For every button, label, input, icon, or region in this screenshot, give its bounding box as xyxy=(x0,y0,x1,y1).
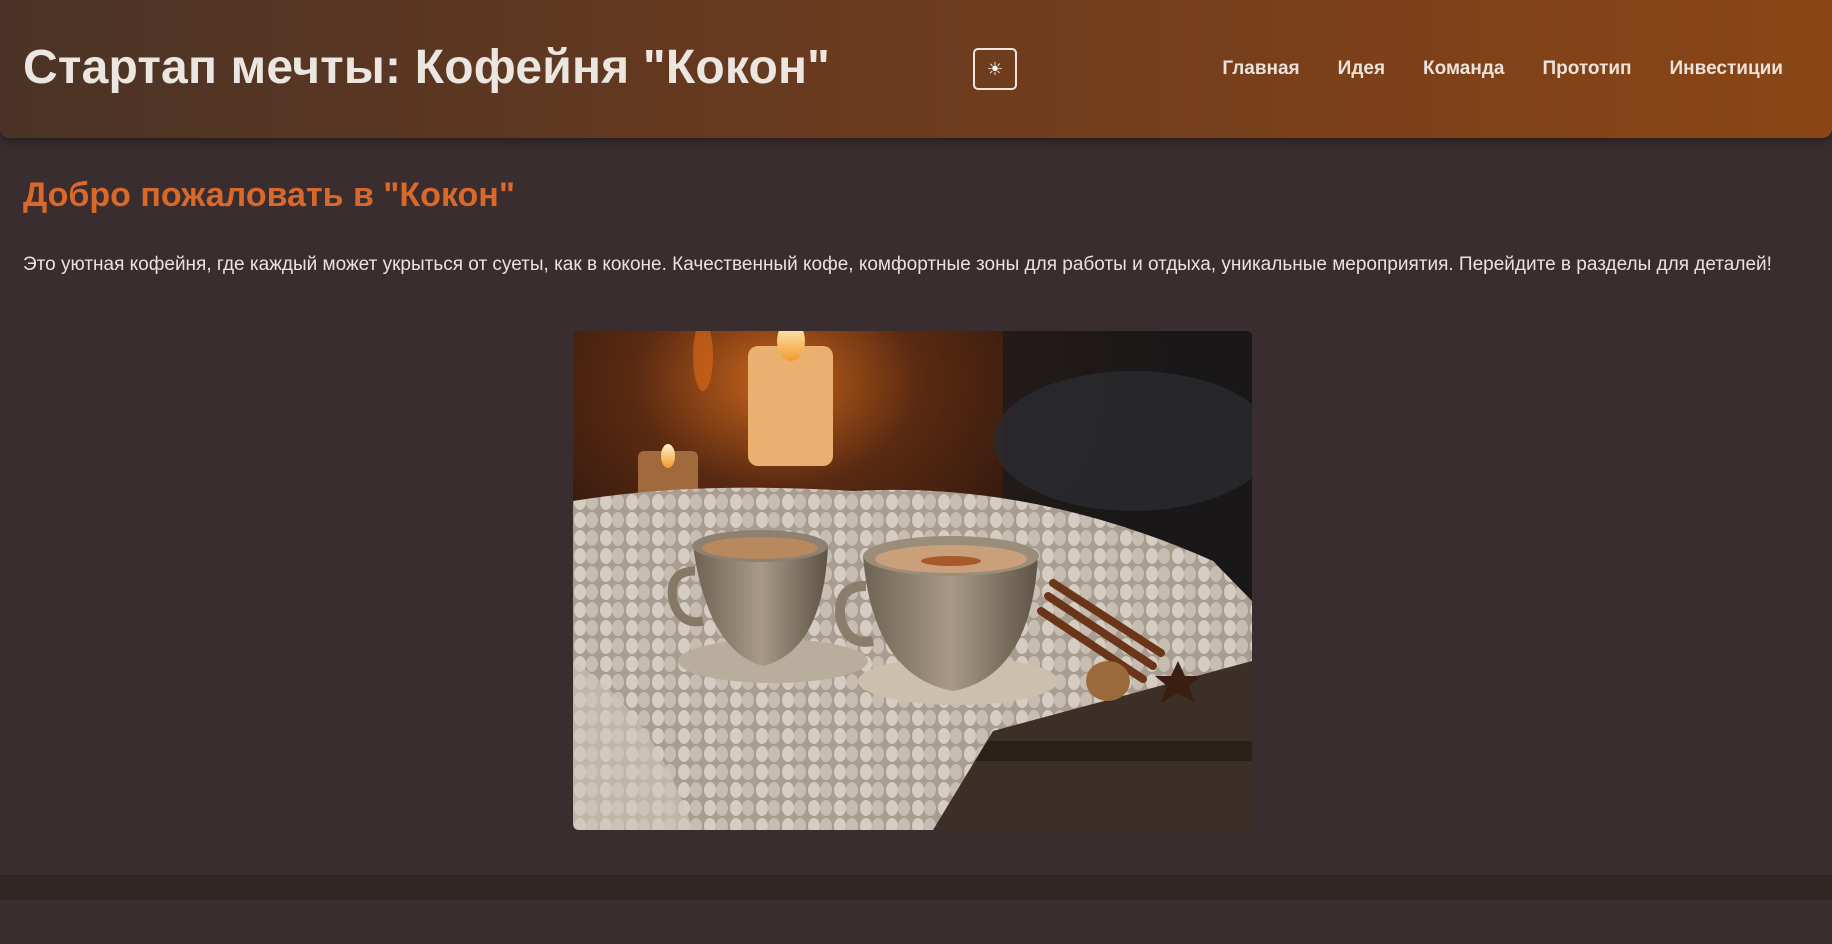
nav-link-idea[interactable]: Идея xyxy=(1338,58,1385,80)
welcome-heading: Добро пожаловать в "Кокон" xyxy=(23,176,515,214)
sun-icon: ☀ xyxy=(986,58,1004,80)
nav-link-home[interactable]: Главная xyxy=(1222,58,1299,80)
intro-paragraph: Это уютная кофейня, где каждый может укр… xyxy=(23,254,1772,275)
site-footer xyxy=(0,875,1832,900)
site-title: Стартап мечты: Кофейня "Кокон" xyxy=(23,41,831,94)
nav-link-investments[interactable]: Инвестиции xyxy=(1670,58,1783,80)
nav-link-prototype[interactable]: Прототип xyxy=(1542,58,1631,80)
hero-image xyxy=(573,331,1252,830)
theme-toggle-button[interactable]: ☀ xyxy=(973,48,1017,90)
nav-link-team[interactable]: Команда xyxy=(1423,58,1504,80)
main-nav: Главная Идея Команда Прототип Инвестиции xyxy=(1222,58,1783,80)
hero-illustration xyxy=(573,331,1252,830)
site-header: Стартап мечты: Кофейня "Кокон" ☀ Главная… xyxy=(0,0,1832,138)
